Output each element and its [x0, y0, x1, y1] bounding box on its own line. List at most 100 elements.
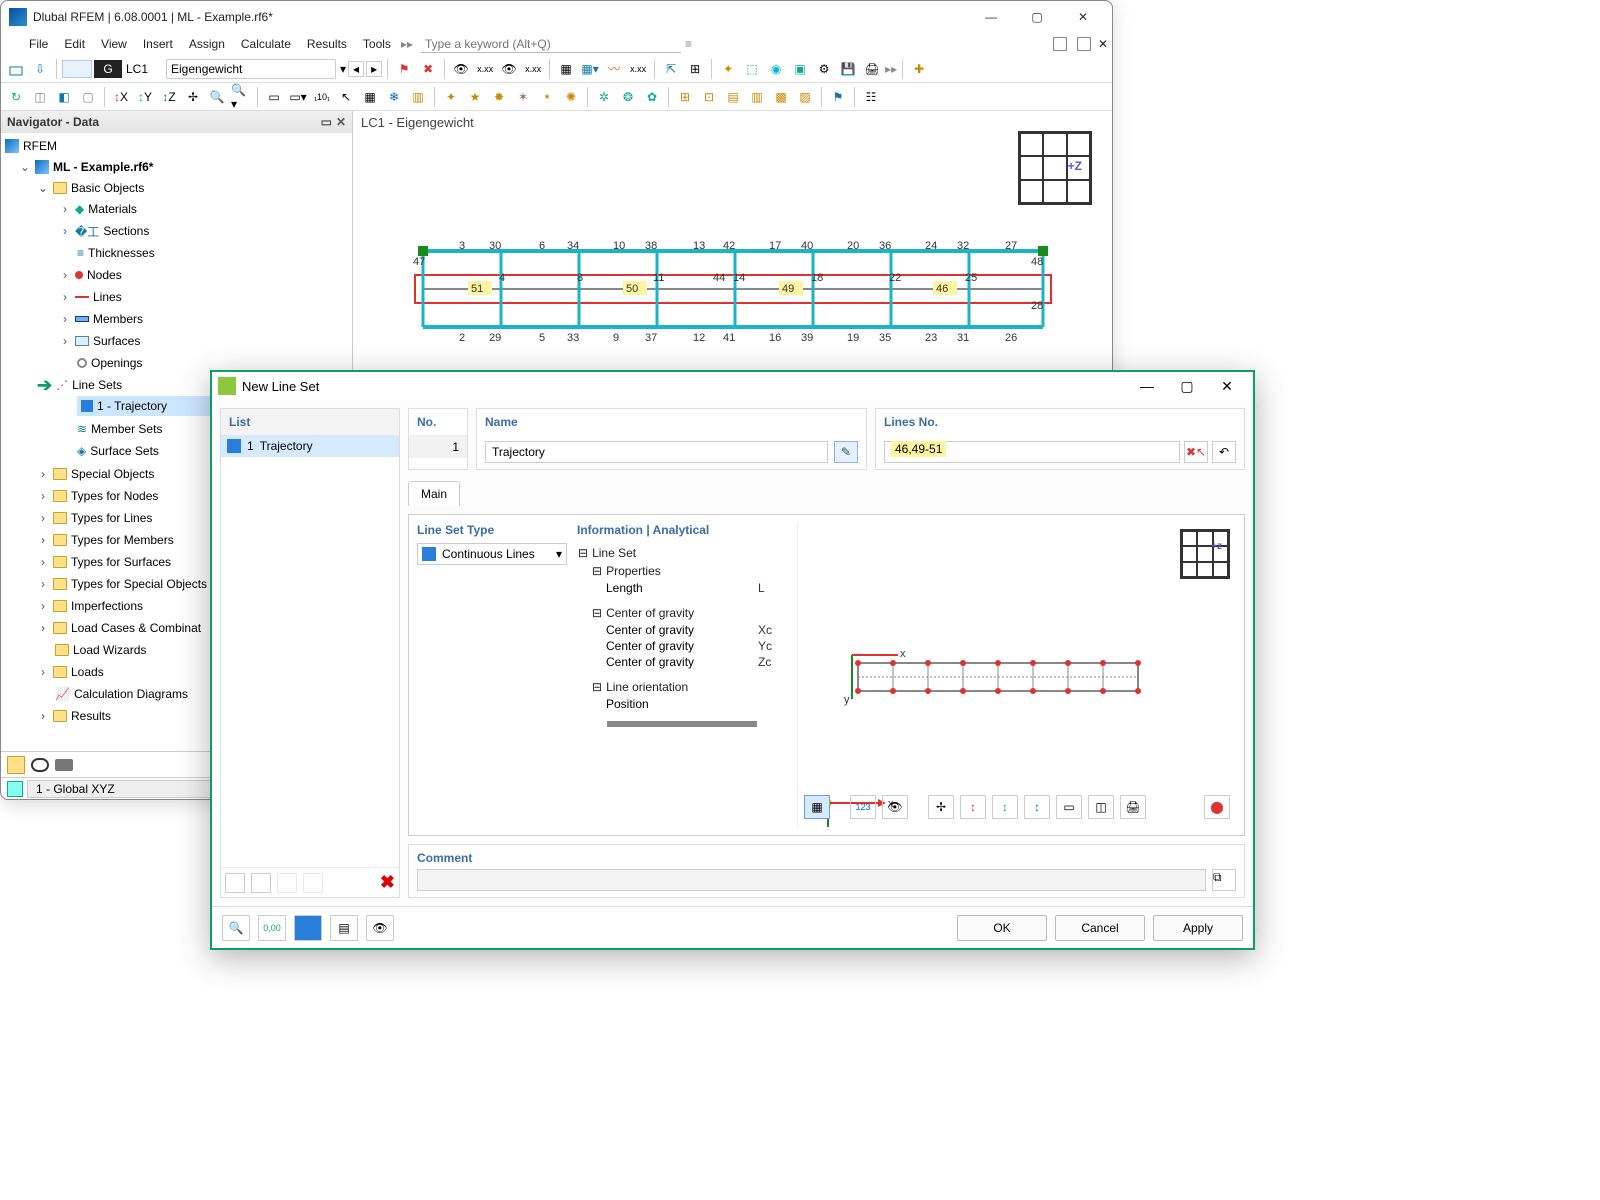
pv-ax-y-icon[interactable]: ↕	[992, 795, 1018, 819]
down-arrow-icon[interactable]: ⇩	[29, 58, 51, 80]
xxx2-icon[interactable]: x.xx	[522, 58, 544, 80]
more-icon[interactable]: ▸▸	[885, 62, 897, 76]
table-icon[interactable]: ☷	[860, 86, 882, 108]
name-input[interactable]	[485, 441, 828, 463]
tab-main[interactable]: Main	[408, 481, 460, 506]
pv-ax-x-icon[interactable]: ↕	[960, 795, 986, 819]
lc-name-input[interactable]	[166, 59, 336, 79]
color-button[interactable]	[294, 915, 322, 941]
nav-tab-show-icon[interactable]	[31, 758, 49, 772]
list-new-icon[interactable]	[225, 873, 245, 893]
box2-icon[interactable]: ▦	[359, 86, 381, 108]
star4-icon[interactable]: ✶	[512, 86, 534, 108]
star3-icon[interactable]: ✸	[488, 86, 510, 108]
ax-z-icon[interactable]: ↕Z	[158, 86, 180, 108]
menu-results[interactable]: Results	[301, 35, 353, 53]
flag-icon[interactable]: ⚑	[393, 58, 415, 80]
ax-xy-icon[interactable]: ✢	[182, 86, 204, 108]
pv-eye-icon[interactable]: 👁	[882, 795, 908, 819]
grid-icon[interactable]: ▦▾	[579, 58, 601, 80]
dock-pin-icon[interactable]: ▭	[321, 115, 332, 129]
net1-icon[interactable]: ⊞	[674, 86, 696, 108]
nav-nodes[interactable]: ›Nodes	[55, 265, 352, 285]
list-dup-icon[interactable]	[251, 873, 271, 893]
color-swatch[interactable]	[62, 60, 92, 78]
print-icon[interactable]: 🖨	[861, 58, 883, 80]
new-icon[interactable]: ✦	[717, 58, 739, 80]
save-icon[interactable]: 💾	[837, 58, 859, 80]
dialog-close-button[interactable]: ✕	[1207, 378, 1247, 395]
lc-prev-icon[interactable]: ◂	[348, 61, 364, 77]
export-icon[interactable]: ⇱	[660, 58, 682, 80]
list-check1-icon[interactable]	[277, 873, 297, 893]
xxx3-icon[interactable]: x.xx	[627, 58, 649, 80]
menu-more-icon[interactable]: ▸▸	[401, 37, 413, 51]
pv-plane-icon[interactable]: ▭	[1056, 795, 1082, 819]
cross-icon[interactable]: ✚	[908, 58, 930, 80]
dialog-maximize-button[interactable]: ▢	[1167, 378, 1207, 395]
nav-sections[interactable]: ›�工Sections	[55, 221, 352, 241]
comment-input[interactable]	[417, 869, 1206, 891]
list-item-1[interactable]: 1 Trajectory	[221, 435, 399, 457]
menu-view[interactable]: View	[95, 35, 133, 53]
tree3-icon[interactable]: ✿	[641, 86, 663, 108]
edit-name-button[interactable]: ✎	[834, 441, 858, 463]
ax-x-icon[interactable]: ↕X	[110, 86, 132, 108]
filter-flag-icon[interactable]: ⚑	[827, 86, 849, 108]
star5-icon[interactable]: ⭑	[536, 86, 558, 108]
net3-icon[interactable]: ▤	[722, 86, 744, 108]
menu-file[interactable]: File	[23, 35, 54, 53]
nav-lines[interactable]: ›Lines	[55, 287, 352, 307]
scale10-icon[interactable]: ₁10₁	[311, 86, 333, 108]
xxx-icon[interactable]: x.xx	[474, 58, 496, 80]
plane-icon[interactable]: ▭	[263, 86, 285, 108]
nav-members[interactable]: ›Members	[55, 309, 352, 329]
pv-ax-z-icon[interactable]: ↕	[1024, 795, 1050, 819]
pv-ax-iso-icon[interactable]: ✢	[928, 795, 954, 819]
wave-icon[interactable]: 〰	[603, 58, 625, 80]
menu-assign[interactable]: Assign	[183, 35, 231, 53]
cloud-icon[interactable]: ◉	[765, 58, 787, 80]
search-input[interactable]	[421, 35, 681, 53]
plane-dd-icon[interactable]: ▭▾	[287, 86, 309, 108]
dialog-minimize-button[interactable]: —	[1127, 378, 1167, 394]
close-button[interactable]: ✕	[1062, 3, 1104, 31]
cube-wire-icon[interactable]: ▢	[77, 86, 99, 108]
lens-icon[interactable]: 🔍	[206, 86, 228, 108]
comment-copy-button[interactable]: ⧉	[1212, 869, 1236, 891]
eye-button[interactable]: 👁	[366, 915, 394, 941]
ok-button[interactable]: OK	[957, 915, 1047, 941]
inner-close-icon[interactable]: ✕	[1098, 37, 1108, 51]
box-icon[interactable]: ▦	[555, 58, 577, 80]
cube-flat-icon[interactable]: ◫	[29, 86, 51, 108]
pv-magnet-icon[interactable]: ⬤	[1204, 795, 1230, 819]
inner-minimize-icon[interactable]	[1053, 37, 1067, 51]
lens-dd-icon[interactable]: 🔍▾	[230, 86, 252, 108]
scale-icon[interactable]: ⊞	[684, 58, 706, 80]
dock-close-icon[interactable]: ✕	[336, 115, 346, 129]
cube-solid-icon[interactable]: ◧	[53, 86, 75, 108]
net4-icon[interactable]: ▥	[746, 86, 768, 108]
nav-tab-cam-icon[interactable]	[55, 759, 73, 771]
minimize-button[interactable]: —	[970, 3, 1012, 31]
help-button[interactable]: 🔍	[222, 915, 250, 941]
pick-lines-button[interactable]: ✖↖	[1184, 441, 1208, 463]
wall-icon[interactable]: ▥	[407, 86, 429, 108]
revert-lines-button[interactable]: ↶	[1212, 441, 1236, 463]
star1-icon[interactable]: ✦	[440, 86, 462, 108]
nav-thicknesses[interactable]: ≡Thicknesses	[55, 243, 352, 263]
net2-icon[interactable]: ⊡	[698, 86, 720, 108]
list-delete-icon[interactable]: ✖	[380, 872, 395, 893]
preview-view[interactable]: x y x y	[798, 523, 1236, 827]
gear-icon[interactable]: ⚙	[813, 58, 835, 80]
info-scrollbar[interactable]	[607, 721, 757, 727]
lib-button[interactable]: ▤	[330, 915, 358, 941]
nav-tab-data-icon[interactable]	[7, 756, 25, 774]
menu-insert[interactable]: Insert	[137, 35, 179, 53]
lineset-type-select[interactable]: Continuous Lines▾	[417, 543, 567, 565]
tree2-icon[interactable]: ❂	[617, 86, 639, 108]
inner-restore-icon[interactable]	[1077, 37, 1091, 51]
maximize-button[interactable]: ▢	[1016, 3, 1058, 31]
units-button[interactable]: 0,00	[258, 915, 286, 941]
nav-surfaces[interactable]: ›Surfaces	[55, 331, 352, 351]
